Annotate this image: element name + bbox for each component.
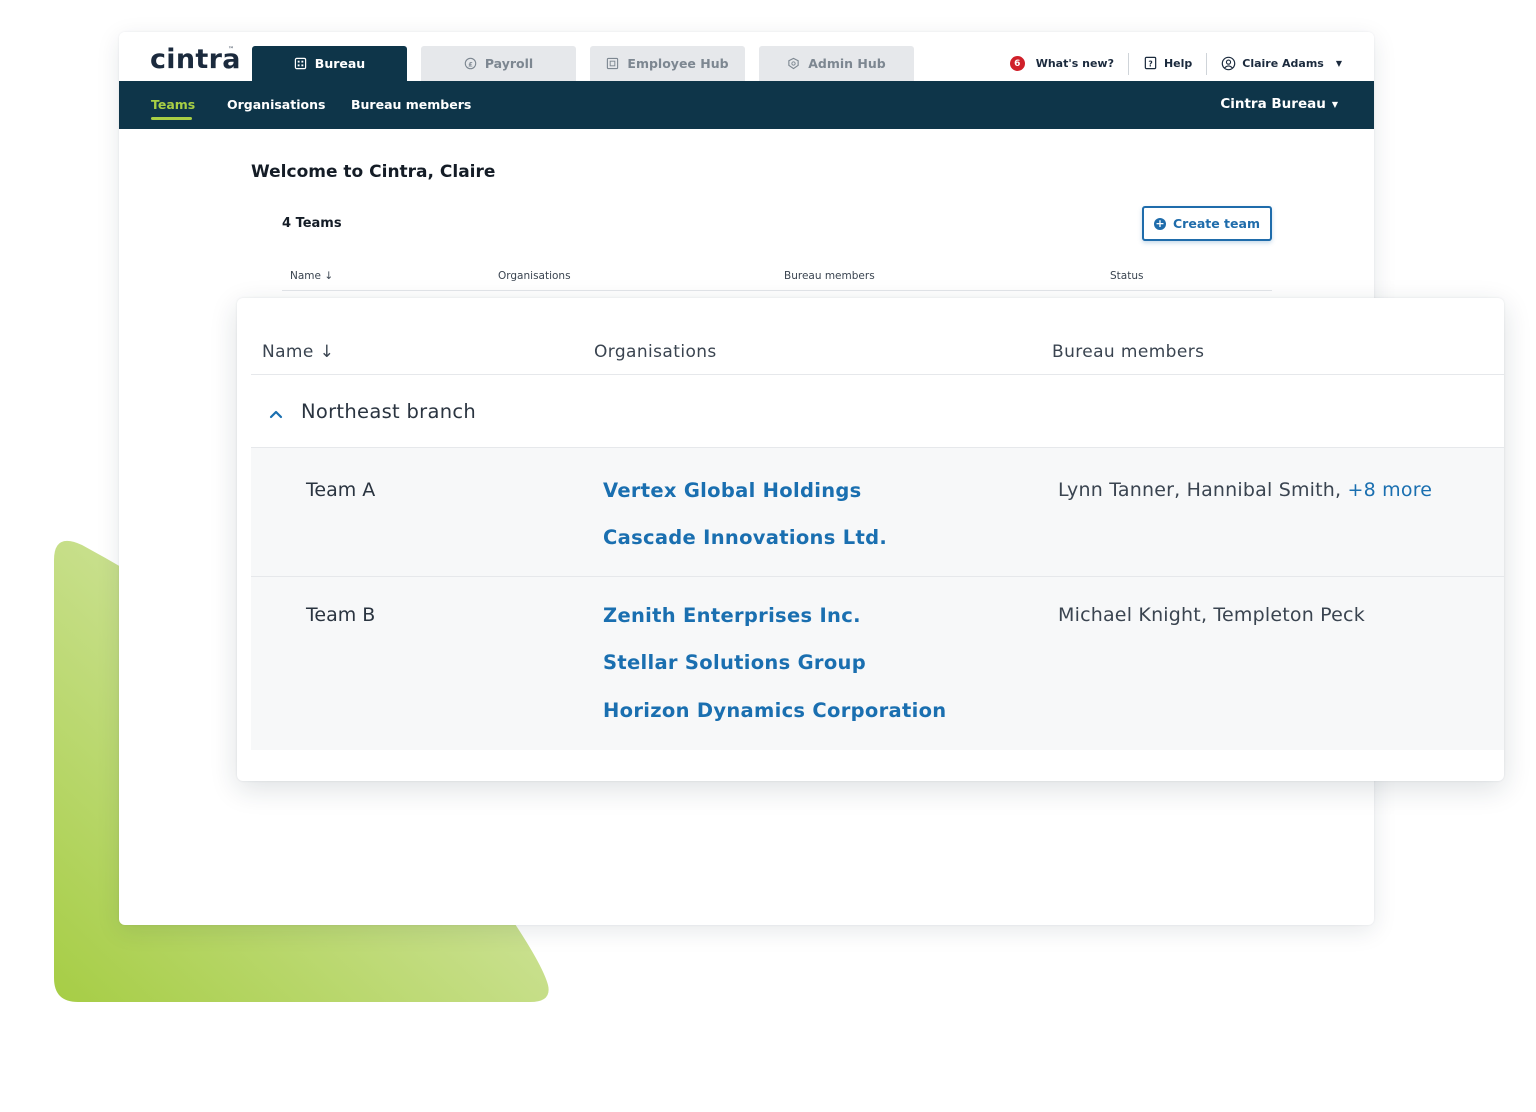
divider bbox=[1127, 52, 1129, 75]
create-team-label: Create team bbox=[1173, 216, 1260, 231]
tab-payroll[interactable]: £ Payroll bbox=[421, 46, 576, 81]
header-divider bbox=[282, 290, 1272, 291]
building-icon bbox=[294, 57, 307, 70]
sort-down-icon: ↓ bbox=[324, 270, 334, 282]
whats-new-label: What's new? bbox=[1035, 57, 1114, 70]
help-button[interactable]: ? Help bbox=[1143, 56, 1192, 71]
secondary-nav: Teams Organisations Bureau members Cintr… bbox=[119, 81, 1374, 129]
plus-circle-icon: + bbox=[1154, 216, 1166, 230]
bureau-name: Cintra Bureau bbox=[1220, 96, 1326, 112]
more-members-link[interactable]: +8 more bbox=[1348, 479, 1433, 501]
svg-text:£: £ bbox=[468, 60, 473, 68]
tab-label: Employee Hub bbox=[627, 56, 729, 71]
whats-new-button[interactable]: 6 What's new? bbox=[1009, 56, 1114, 71]
organisation-link[interactable]: Stellar Solutions Group bbox=[603, 651, 866, 674]
help-icon: ? bbox=[1144, 56, 1157, 70]
team-name: Team A bbox=[306, 479, 376, 501]
column-label: Name bbox=[290, 270, 321, 282]
user-name: Claire Adams bbox=[1242, 57, 1324, 70]
tab-employee-hub[interactable]: Employee Hub bbox=[590, 46, 745, 81]
bureau-members-list: Lynn Tanner, Hannibal Smith, +8 more bbox=[1058, 479, 1432, 501]
column-label: Name bbox=[262, 342, 314, 362]
logo-trademark: ™ bbox=[228, 46, 234, 53]
id-card-icon bbox=[607, 57, 619, 70]
active-tab-indicator bbox=[151, 117, 192, 120]
organisation-link[interactable]: Horizon Dynamics Corporation bbox=[603, 699, 946, 722]
tab-label: Payroll bbox=[484, 56, 534, 71]
members-text: Lynn Tanner, Hannibal Smith, bbox=[1058, 479, 1342, 501]
tab-admin-hub[interactable]: Admin Hub bbox=[759, 46, 914, 81]
tab-label: Bureau bbox=[314, 56, 366, 71]
subnav-teams[interactable]: Teams bbox=[151, 97, 195, 112]
column-header-organisations: Organisations bbox=[498, 270, 571, 282]
bureau-switcher[interactable]: Cintra Bureau ▼ bbox=[1220, 96, 1338, 112]
column-header-organisations: Organisations bbox=[594, 342, 717, 362]
subnav-organisations[interactable]: Organisations bbox=[227, 97, 325, 112]
caret-down-icon: ▼ bbox=[1335, 59, 1342, 68]
help-label: Help bbox=[1163, 57, 1193, 70]
divider bbox=[1206, 52, 1208, 75]
team-count: 4 Teams bbox=[282, 216, 342, 231]
shield-gear-icon bbox=[788, 57, 799, 70]
column-header-name[interactable]: Name ↓ bbox=[290, 270, 333, 282]
user-menu[interactable]: Claire Adams ▼ bbox=[1221, 56, 1342, 71]
tab-bureau[interactable]: Bureau bbox=[252, 46, 407, 81]
bureau-members-list: Michael Knight, Templeton Peck bbox=[1058, 604, 1365, 626]
subnav-bureau-members[interactable]: Bureau members bbox=[351, 97, 471, 112]
column-header-bureau-members: Bureau members bbox=[1052, 342, 1205, 362]
team-name: Team B bbox=[306, 604, 376, 626]
create-team-button[interactable]: + Create team bbox=[1142, 206, 1272, 241]
top-bar: cintra ™ Bureau £ Payroll Employee Hub A… bbox=[119, 32, 1374, 81]
organisation-link[interactable]: Zenith Enterprises Inc. bbox=[603, 604, 861, 627]
members-text: Michael Knight, Templeton Peck bbox=[1058, 604, 1365, 626]
user-avatar-icon bbox=[1221, 56, 1236, 71]
table-row-team-b bbox=[251, 577, 1504, 750]
organisation-link[interactable]: Cascade Innovations Ltd. bbox=[603, 526, 887, 549]
table-row-team-a bbox=[251, 448, 1504, 576]
column-header-status: Status bbox=[1110, 270, 1144, 282]
top-right-actions: 6 What's new? ? Help Claire Adams ▼ bbox=[1009, 46, 1342, 81]
chevron-up-icon[interactable] bbox=[268, 406, 284, 422]
page-title: Welcome to Cintra, Claire bbox=[251, 162, 496, 182]
column-header-name[interactable]: Name ↓ bbox=[262, 342, 334, 362]
teams-table-card: Name ↓ Organisations Bureau members Nort… bbox=[237, 298, 1504, 781]
column-header-bureau-members: Bureau members bbox=[784, 270, 875, 282]
pound-coin-icon: £ bbox=[464, 57, 477, 70]
notification-count-badge: 6 bbox=[1009, 56, 1025, 71]
group-name: Northeast branch bbox=[301, 400, 477, 423]
cintra-logo[interactable]: cintra ™ bbox=[150, 44, 240, 76]
tab-label: Admin Hub bbox=[808, 56, 886, 71]
organisation-link[interactable]: Vertex Global Holdings bbox=[603, 479, 862, 502]
svg-text:?: ? bbox=[1148, 59, 1152, 68]
caret-down-icon: ▼ bbox=[1331, 99, 1338, 109]
sort-down-icon: ↓ bbox=[319, 342, 335, 362]
